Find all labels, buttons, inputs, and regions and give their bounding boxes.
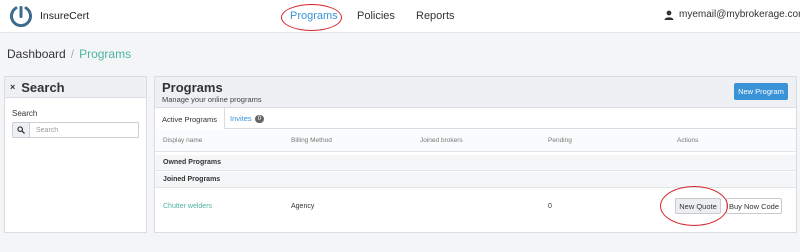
breadcrumb-separator: /	[70, 47, 75, 61]
program-name-link[interactable]: Chutter welders	[163, 203, 212, 210]
breadcrumb-current: Programs	[79, 47, 132, 61]
column-actions: Actions	[677, 137, 699, 144]
brand-name[interactable]: InsureCert	[40, 10, 89, 22]
tab-active-programs[interactable]: Active Programs	[155, 108, 226, 130]
new-quote-button[interactable]: New Quote	[675, 198, 721, 214]
group-row-owned: Owned Programs	[155, 155, 796, 171]
user-menu[interactable]: myemail@mybrokerage.com ▾	[664, 9, 800, 20]
search-panel-header: × Search	[5, 77, 146, 98]
programs-panel: Programs Manage your online programs New…	[154, 76, 797, 233]
table-header: Display name Billing Method Joined broke…	[155, 129, 796, 152]
billing-method-cell: Agency	[291, 203, 315, 210]
tab-invites-label: Invites	[230, 114, 252, 123]
page-subtitle: Manage your online programs	[162, 95, 262, 104]
nav-policies[interactable]: Policies	[357, 10, 395, 22]
buy-now-code-button[interactable]: Buy Now Code	[726, 198, 782, 214]
breadcrumb: Dashboard / Programs	[7, 47, 131, 61]
programs-header: Programs Manage your online programs New…	[155, 77, 796, 108]
column-billing-method: Billing Method	[291, 137, 332, 144]
close-icon[interactable]: ×	[10, 82, 15, 92]
group-label-joined: Joined Programs	[163, 176, 221, 183]
group-label-owned: Owned Programs	[163, 159, 221, 166]
user-email: myemail@mybrokerage.com	[679, 9, 800, 20]
user-icon	[664, 10, 674, 20]
new-program-button[interactable]: New Program	[734, 83, 788, 100]
column-joined-brokers: Joined brokers	[420, 137, 463, 144]
search-box	[12, 122, 139, 138]
insurecert-logo-icon[interactable]	[10, 5, 32, 27]
breadcrumb-dashboard[interactable]: Dashboard	[7, 47, 66, 61]
top-navbar: InsureCert Programs Policies Reports mye…	[0, 0, 800, 33]
search-icon[interactable]	[13, 123, 30, 137]
group-row-joined: Joined Programs	[155, 172, 796, 188]
pending-cell: 0	[548, 203, 552, 210]
search-panel: × Search Search	[4, 76, 147, 233]
search-panel-title: Search	[21, 79, 65, 95]
search-field-label: Search	[12, 109, 38, 118]
invites-count-badge: 0	[254, 114, 265, 123]
column-display-name: Display name	[163, 137, 203, 144]
page-title: Programs	[162, 80, 223, 95]
nav-programs[interactable]: Programs	[290, 10, 338, 22]
table-row: Chutter welders Agency 0 New Quote Buy N…	[155, 188, 796, 225]
tab-invites[interactable]: Invites 0	[223, 108, 271, 129]
search-input[interactable]	[30, 123, 138, 137]
program-tabs: Active Programs Invites 0	[155, 108, 796, 130]
column-pending: Pending	[548, 137, 572, 144]
nav-reports[interactable]: Reports	[416, 10, 455, 22]
